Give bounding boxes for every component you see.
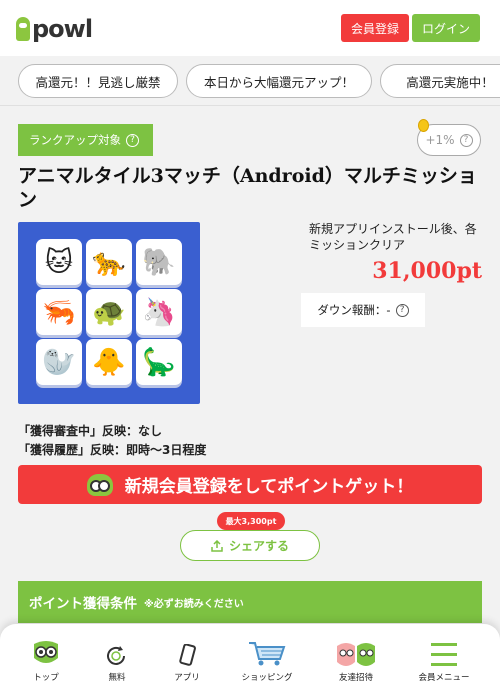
down-reward-box[interactable]: ダウン報酬：- ?: [301, 293, 425, 327]
nav-label: トップ: [33, 673, 59, 683]
cart-icon: [248, 641, 286, 667]
nav-item-invite[interactable]: 友達招待: [316, 624, 396, 700]
chick-tile-icon: 🐥: [86, 339, 132, 385]
menu-icon: [430, 642, 458, 668]
offer-title: アニマルタイル3マッチ（Android）マルチミッション: [18, 165, 477, 211]
campaign-tabs: 高還元！！見逃し厳禁 本日から大幅還元アップ！ 高還元実施中！: [0, 56, 500, 106]
nav-item-shopping[interactable]: ショッピング: [227, 624, 307, 700]
campaign-tab[interactable]: 高還元！！見逃し厳禁: [18, 64, 178, 98]
offer-points: 31,000pt: [372, 258, 482, 284]
conditions-title: ポイント獲得条件: [29, 596, 137, 612]
dinosaur-tile-icon: 🦕: [136, 339, 182, 385]
free-icon: [106, 646, 128, 666]
cta-label: 新規会員登録をしてポイントゲット！: [124, 477, 414, 497]
logo-text: powl: [32, 15, 93, 43]
nav-label: 友達招待: [338, 673, 373, 683]
share-label: シェアする: [228, 539, 289, 553]
review-status: 「獲得審査中」反映：なし: [18, 424, 163, 438]
rank-up-label: ランクアップ対象: [29, 133, 121, 147]
campaign-tab[interactable]: 本日から大幅還元アップ！: [186, 64, 372, 98]
nav-label: 無料: [108, 673, 126, 683]
owl-logo-icon: [16, 17, 30, 41]
rank-up-badge: ランクアップ対象 ?: [18, 124, 153, 156]
smartphone-icon: [177, 644, 197, 666]
bonus-percent: +1%: [425, 133, 455, 147]
point-conditions-header: ポイント獲得条件 ※必ずお読みください: [18, 581, 482, 623]
turtle-tile-icon: 🐢: [86, 289, 132, 335]
review-info: 「獲得審査中」反映：なし 「獲得履歴」反映：即時～3日程度: [18, 422, 206, 460]
review-history: 「獲得履歴」反映：即時～3日程度: [18, 443, 207, 457]
share-button[interactable]: シェアする: [180, 530, 320, 561]
offer-condition-text: 新規アプリインストール後、各ミッションクリア: [309, 222, 477, 252]
nav-label: 会員メニュー: [418, 673, 470, 683]
leopard-tile-icon: 🐆: [86, 239, 132, 285]
powl-logo[interactable]: powl: [16, 15, 93, 43]
cat-tile-icon: 🐱: [36, 239, 82, 285]
seal-tile-icon: 🦭: [36, 339, 82, 385]
share-icon: [211, 539, 223, 552]
conditions-note: ※必ずお読みください: [144, 598, 244, 610]
help-icon: ?: [459, 133, 473, 147]
nav-item-free[interactable]: 無料: [77, 624, 157, 700]
nav-item-member-menu[interactable]: 会員メニュー: [404, 624, 484, 700]
help-icon: ?: [395, 303, 409, 317]
owl-icon: [31, 640, 61, 666]
max-points-badge: 最大3,300pt: [217, 512, 285, 531]
nav-item-app[interactable]: アプリ: [147, 624, 227, 700]
owl-icon: [86, 473, 113, 496]
app-icon: 🐱 🐆 🐘 🦐 🐢 🦄 🦭 🐥 🦕: [18, 222, 200, 404]
unicorn-tile-icon: 🦄: [136, 289, 182, 335]
shrimp-tile-icon: 🦐: [36, 289, 82, 335]
down-reward-label: ダウン報酬：-: [317, 303, 391, 317]
signup-cta-button[interactable]: 新規会員登録をしてポイントゲット！: [18, 465, 482, 504]
elephant-tile-icon: 🐘: [136, 239, 182, 285]
bottom-nav: トップ 無料 アプリ ショッピング 友達招待 会員メニュー: [0, 624, 500, 700]
help-icon[interactable]: ?: [126, 133, 139, 147]
nav-label: アプリ: [174, 673, 200, 683]
register-button[interactable]: 会員登録: [341, 14, 409, 42]
page: powl 会員登録 ログイン 高還元！！見逃し厳禁 本日から大幅還元アップ！ 高…: [0, 0, 500, 700]
campaign-tab[interactable]: 高還元実施中！: [380, 64, 500, 98]
nav-item-top[interactable]: トップ: [6, 624, 86, 700]
nav-label: ショッピング: [241, 673, 293, 683]
friends-icon: [335, 640, 377, 668]
coin-icon: [418, 119, 429, 132]
login-button[interactable]: ログイン: [412, 14, 480, 42]
site-header: powl 会員登録 ログイン: [0, 0, 500, 56]
